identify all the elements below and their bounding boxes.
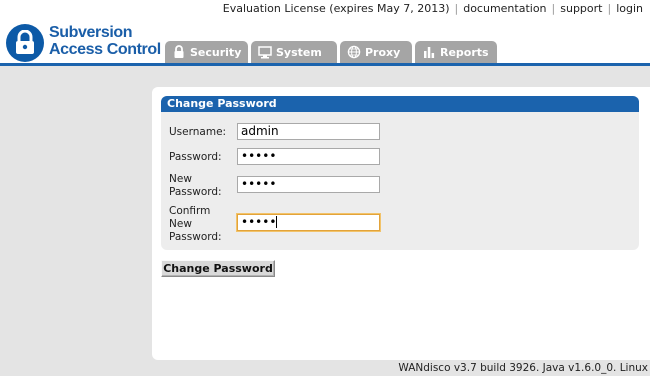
new-password-label-line-1: New bbox=[169, 173, 192, 185]
separator: | bbox=[454, 2, 459, 15]
separator: | bbox=[607, 2, 612, 15]
tab-label: System bbox=[276, 46, 322, 59]
monitor-icon bbox=[258, 46, 272, 59]
password-value: ••••• bbox=[241, 149, 277, 163]
version-footer: WANdisco v3.7 build 3926. Java v1.6.0_0.… bbox=[398, 362, 648, 374]
logo-line-1: Subversion bbox=[49, 24, 133, 41]
tab-label: Reports bbox=[440, 46, 489, 59]
bar-chart-icon bbox=[424, 47, 435, 58]
username-field[interactable]: admin bbox=[237, 123, 380, 140]
confirm-label-line-2: New bbox=[169, 218, 192, 230]
password-label: Password: bbox=[169, 151, 222, 163]
support-link[interactable]: support bbox=[560, 2, 602, 15]
text-caret bbox=[276, 216, 278, 228]
tab-proxy[interactable]: Proxy bbox=[340, 41, 412, 64]
login-link[interactable]: login bbox=[616, 2, 643, 15]
documentation-link[interactable]: documentation bbox=[463, 2, 546, 15]
tab-security[interactable]: Security bbox=[165, 41, 248, 64]
tab-label: Security bbox=[190, 46, 242, 59]
change-password-panel: Change Password bbox=[161, 96, 639, 250]
top-links: Evaluation License (expires May 7, 2013)… bbox=[223, 2, 643, 15]
tab-reports[interactable]: Reports bbox=[415, 41, 497, 64]
confirm-label-line-1: Confirm bbox=[169, 205, 211, 217]
confirm-label-line-3: Password: bbox=[169, 231, 222, 243]
change-password-button[interactable]: Change Password bbox=[161, 260, 275, 277]
globe-icon bbox=[347, 45, 361, 59]
header-divider bbox=[0, 63, 650, 66]
lock-icon bbox=[174, 45, 184, 58]
tab-label: Proxy bbox=[365, 46, 401, 59]
separator: | bbox=[551, 2, 556, 15]
new-password-value: ••••• bbox=[241, 177, 277, 191]
new-password-field[interactable]: ••••• bbox=[237, 176, 380, 193]
tab-system[interactable]: System bbox=[251, 41, 337, 64]
username-value: admin bbox=[241, 124, 279, 138]
username-label: Username: bbox=[169, 126, 227, 138]
logo-lock-icon bbox=[6, 24, 44, 62]
app-logo: Subversion Access Control bbox=[49, 24, 161, 58]
license-text: Evaluation License (expires May 7, 2013) bbox=[222, 2, 450, 15]
header-bar: Subversion Access Control Evaluation Lic… bbox=[0, 0, 650, 64]
panel-title: Change Password bbox=[161, 96, 639, 112]
logo-line-2: Access Control bbox=[49, 41, 161, 58]
new-password-label-line-2: Password: bbox=[169, 186, 222, 198]
password-field[interactable]: ••••• bbox=[237, 148, 380, 165]
confirm-password-value: ••••• bbox=[241, 215, 277, 229]
confirm-password-field[interactable]: ••••• bbox=[237, 214, 380, 231]
